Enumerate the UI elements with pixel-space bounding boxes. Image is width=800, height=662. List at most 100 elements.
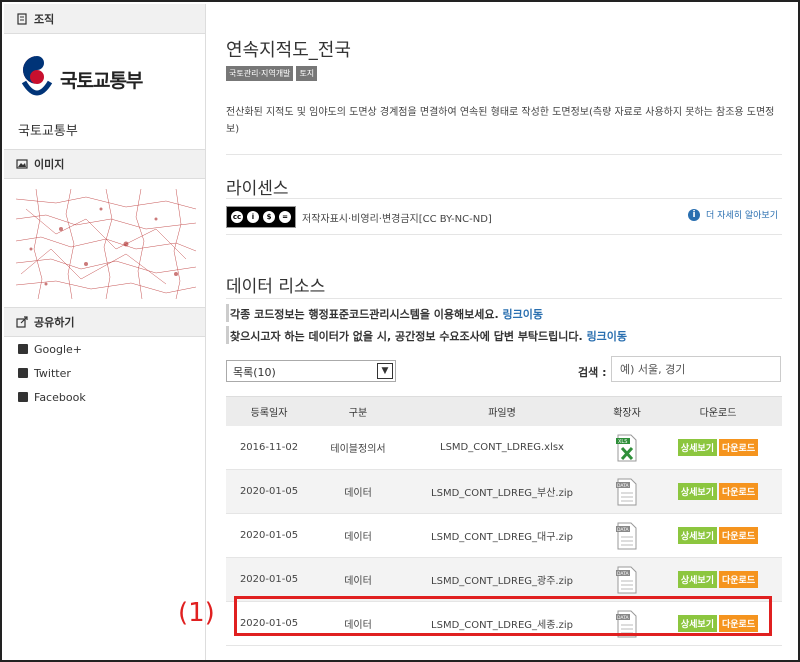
row-date: 2016-11-02 [239, 442, 299, 453]
license-more-link[interactable]: i 더 자세히 알아보기 [688, 208, 778, 221]
org-header-label: 조직 [34, 12, 55, 26]
divider [226, 298, 782, 299]
share-facebook-label: Facebook [34, 390, 86, 404]
xlsx-file-icon: XLS [616, 434, 637, 461]
data-file-icon: DATA [616, 566, 637, 593]
data-file-icon: DATA [616, 522, 637, 549]
note-code-info-text: 각종 코드정보는 행정표준코드관리시스템을 이용해보세요. [230, 308, 499, 321]
page-frame: 조직 국토교통부 국토교통부 이미지 공유하기 Google+ Twitter … [0, 0, 800, 662]
list-count-value: 목록(10) [233, 366, 276, 379]
col-date-header: 등록일자 [250, 408, 288, 419]
col-download-header: 다운로드 [699, 408, 737, 419]
row-filename: LSMD_CONT_LDREG.xlsx [440, 442, 564, 453]
annotation-label: (1) [178, 598, 215, 628]
row-filename: LSMD_CONT_LDREG_부산.zip [431, 488, 573, 499]
tag-land[interactable]: 토지 [296, 66, 318, 81]
license-row: cc i $ = 저작자표시·비영리·변경금지[CC BY-NC-ND] i 더… [226, 204, 782, 230]
dataset-description: 전산화된 지적도 및 임야도의 도면상 경계점을 면결하여 연속된 형태로 작성… [226, 107, 775, 135]
detail-button[interactable]: 상세보기 [677, 527, 717, 544]
org-block: 국토교통부 국토교통부 [4, 34, 205, 149]
download-button[interactable]: 다운로드 [719, 571, 759, 588]
share-icon [16, 316, 28, 328]
share-google-plus[interactable]: Google+ [4, 337, 205, 361]
image-header-label: 이미지 [34, 158, 65, 171]
col-type-header: 구분 [348, 408, 368, 419]
share-facebook[interactable]: Facebook [4, 385, 205, 409]
table-header: 등록일자 구분 파일명 확장자 다운로드 [226, 396, 782, 426]
table-row: 2020-01-05 데이터 LSMD_CONT_LDREG_대구.zip DA… [226, 514, 782, 558]
logo-text: 국토교통부 [60, 69, 143, 92]
image-block [4, 179, 205, 307]
cc-license-badge-icon: cc i $ = [226, 206, 296, 228]
note-survey: 찾으시고자 하는 데이터가 없을 시, 공간정보 수요조사에 답변 부탁드립니다… [230, 328, 627, 344]
building-icon [16, 12, 28, 25]
row-type: 테이블정의서 [330, 444, 386, 455]
svg-text:DATA: DATA [617, 527, 630, 533]
nc-icon: $ [262, 210, 276, 224]
info-icon: i [688, 208, 701, 221]
tag-category[interactable]: 국토관리·지역개발 [226, 66, 294, 81]
share-header-label: 공유하기 [34, 316, 75, 329]
google-plus-icon [18, 344, 28, 354]
row-type: 데이터 [344, 532, 372, 543]
svg-text:DATA: DATA [617, 483, 630, 489]
ministry-logo[interactable]: 국토교통부 [20, 52, 143, 106]
nd-icon: = [278, 210, 292, 224]
org-name: 국토교통부 [18, 124, 78, 139]
row-type: 데이터 [344, 576, 372, 587]
main-content: 연속지적도_전국 국토관리·지역개발 토지 전산화된 지적도 및 임야도의 도면… [226, 4, 786, 660]
note-bar [226, 326, 229, 344]
facebook-icon [18, 392, 28, 402]
license-title: 라이센스 [226, 179, 289, 199]
search-input[interactable] [611, 356, 781, 382]
share-google-plus-label: Google+ [34, 342, 83, 356]
twitter-icon [18, 368, 28, 378]
license-more-label: 더 자세히 알아보기 [706, 211, 778, 221]
share-twitter[interactable]: Twitter [4, 361, 205, 385]
by-icon: i [246, 210, 260, 224]
row-filename: LSMD_CONT_LDREG_대구.zip [431, 532, 573, 543]
table-row: 2016-11-02 테이블정의서 LSMD_CONT_LDREG.xlsx X… [226, 426, 782, 470]
download-button[interactable]: 다운로드 [719, 527, 759, 544]
chevron-down-icon: ▼ [377, 363, 393, 379]
cadastral-map-thumbnail[interactable] [16, 189, 196, 299]
list-count-select[interactable]: 목록(10) ▼ [226, 360, 396, 382]
annotation-highlight-box [234, 596, 772, 636]
svg-text:XLS: XLS [618, 439, 627, 445]
divider [226, 234, 782, 235]
col-ext-header: 확장자 [613, 408, 641, 419]
note-code-info: 각종 코드정보는 행정표준코드관리시스템을 이용해보세요. 링크이동 [230, 306, 543, 322]
note-survey-link[interactable]: 링크이동 [587, 330, 627, 343]
share-header: 공유하기 [4, 307, 205, 337]
detail-button[interactable]: 상세보기 [677, 439, 717, 456]
detail-button[interactable]: 상세보기 [677, 483, 717, 500]
divider [226, 154, 782, 155]
data-file-icon: DATA [616, 478, 637, 505]
row-date: 2020-01-05 [239, 574, 299, 585]
image-header: 이미지 [4, 149, 205, 179]
license-text: 저작자표시·비영리·변경금지[CC BY-NC-ND] [302, 214, 492, 225]
note-code-info-link[interactable]: 링크이동 [503, 308, 543, 321]
search-label: 검색 : [578, 366, 607, 379]
cc-icon: cc [230, 210, 244, 224]
detail-button[interactable]: 상세보기 [677, 571, 717, 588]
row-type: 데이터 [344, 488, 372, 499]
image-icon [16, 158, 28, 170]
download-button[interactable]: 다운로드 [719, 483, 759, 500]
sidebar: 조직 국토교통부 국토교통부 이미지 공유하기 Google+ Twitter … [4, 4, 206, 660]
tag-list: 국토관리·지역개발 토지 [226, 66, 318, 81]
share-twitter-label: Twitter [34, 366, 71, 380]
svg-text:DATA: DATA [617, 571, 630, 577]
download-button[interactable]: 다운로드 [719, 439, 759, 456]
divider [226, 198, 782, 199]
resources-title: 데이터 리소스 [226, 277, 326, 297]
table-row: 2020-01-05 데이터 LSMD_CONT_LDREG_부산.zip DA… [226, 470, 782, 514]
taegeuk-logo-icon [20, 52, 54, 106]
row-filename: LSMD_CONT_LDREG_광주.zip [431, 576, 573, 587]
row-date: 2020-01-05 [239, 486, 299, 497]
row-date: 2020-01-05 [239, 530, 299, 541]
page-title: 연속지적도_전국 [226, 40, 351, 61]
note-bar [226, 304, 229, 322]
note-survey-text: 찾으시고자 하는 데이터가 없을 시, 공간정보 수요조사에 답변 부탁드립니다… [230, 330, 583, 343]
col-file-header: 파일명 [488, 408, 516, 419]
